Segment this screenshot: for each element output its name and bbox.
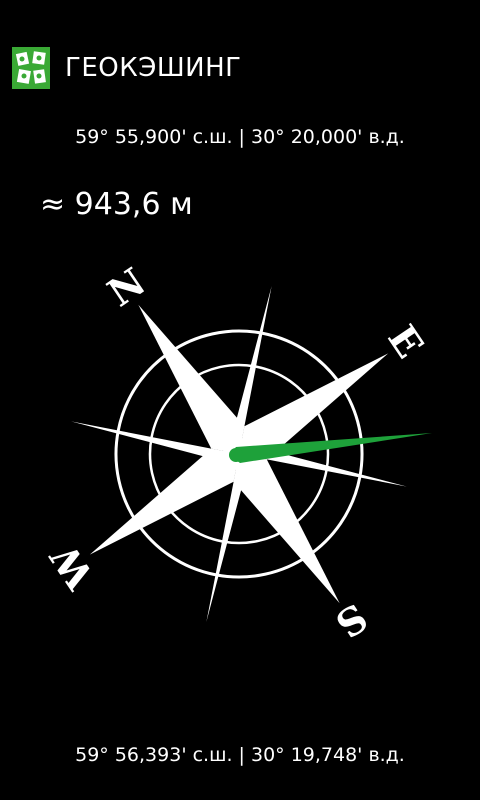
- distance-to-target: ≈ 943,6 м: [40, 187, 193, 222]
- compass: N E S W: [0, 240, 480, 670]
- target-position-coordinates: 59° 56,393' с.ш. | 30° 19,748' в.д.: [75, 744, 405, 766]
- app-title: ГЕОКЭШИНГ: [65, 53, 242, 83]
- cardinal-east: E: [379, 317, 433, 366]
- compass-rose-icon: N E S W: [41, 259, 433, 648]
- app-header: ГЕОКЭШИНГ: [0, 44, 480, 94]
- geocaching-logo-icon: [12, 47, 50, 89]
- cardinal-west: W: [41, 535, 103, 597]
- cardinal-north: N: [99, 259, 153, 316]
- cardinal-south: S: [328, 595, 376, 648]
- current-position-coordinates: 59° 55,900' с.ш. | 30° 20,000' в.д.: [75, 126, 405, 148]
